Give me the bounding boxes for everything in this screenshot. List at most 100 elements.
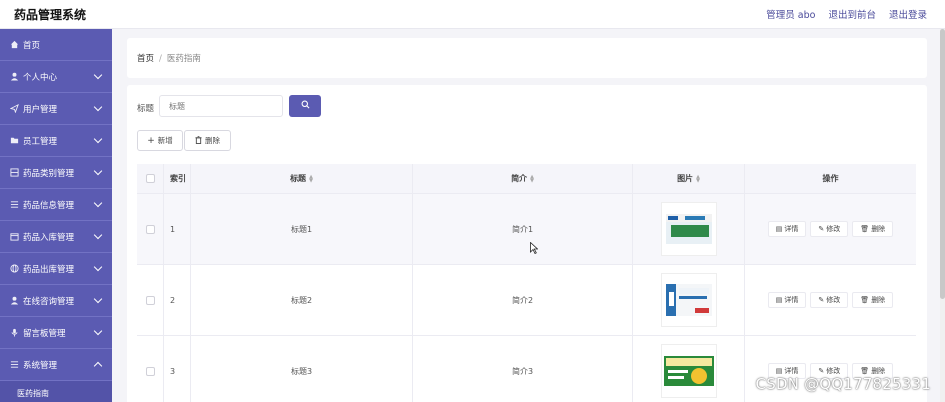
sidebar-item-profile[interactable]: 个人中心 (0, 61, 112, 93)
header-title-label: 标题 (290, 174, 307, 183)
sidebar-subitem-medical-guide[interactable]: 医药指南 (0, 381, 112, 402)
table-header: 索引 标题 ▲ ▼ 简介 ▲ ▼ 图片 ▲ ▼ 操作 (137, 164, 916, 194)
sidebar-item-drug-stock-out[interactable]: 药品出库管理 (0, 253, 112, 285)
row-intro: 简介1 (413, 194, 633, 264)
search-icon (301, 100, 310, 112)
trash-icon: 🗑 (860, 367, 870, 375)
chevron-down-icon (93, 134, 103, 144)
delete-button-label: 删除 (205, 136, 220, 145)
document-icon: ▤ (775, 367, 783, 375)
row-checkbox[interactable] (145, 295, 155, 305)
sidebar-item-label: 系统管理 (23, 360, 58, 371)
select-all-checkbox[interactable] (145, 174, 155, 183)
chevron-down-icon (93, 70, 103, 80)
sidebar-item-users[interactable]: 用户管理 (0, 93, 112, 125)
sidebar-item-label: 药品入库管理 (23, 232, 75, 243)
breadcrumb-card: 首页 / 医药指南 (127, 38, 927, 78)
sidebar-item-drug-category[interactable]: 药品类别管理 (0, 157, 112, 189)
breadcrumb-home[interactable]: 首页 (137, 54, 154, 64)
folder-icon (9, 135, 20, 146)
search-input[interactable] (159, 95, 283, 117)
row-checkbox[interactable] (145, 224, 155, 234)
header-checkbox-cell (137, 164, 164, 193)
delete-button[interactable]: 🗑 删除 (852, 292, 894, 308)
row-checkbox[interactable] (145, 366, 155, 376)
row-image-cell (633, 336, 745, 402)
menu-icon (9, 359, 20, 370)
scrollbar-thumb[interactable] (940, 29, 945, 299)
header-intro-label: 简介 (511, 174, 528, 183)
sidebar-item-label: 药品信息管理 (23, 200, 75, 211)
header-title[interactable]: 标题 ▲ ▼ (191, 164, 413, 193)
header-image-label: 图片 (677, 174, 694, 183)
table-row[interactable]: 1 标题1 简介1 ▤ 详情 ✎ 修改 🗑 删除 (137, 194, 916, 265)
row-image-cell (633, 265, 745, 335)
detail-button[interactable]: ▤ 详情 (767, 221, 807, 237)
sort-icon: ▲ ▼ (309, 173, 313, 184)
grid-icon (9, 167, 20, 178)
sidebar-item-label: 在线咨询管理 (23, 296, 75, 307)
sidebar-item-consult[interactable]: 在线咨询管理 (0, 285, 112, 317)
detail-button[interactable]: ▤ 详情 (767, 292, 807, 308)
row-operations: ▤ 详情 ✎ 修改 🗑 删除 (745, 265, 916, 335)
page-scrollbar[interactable] (940, 29, 945, 402)
add-button[interactable]: + 新增 (137, 130, 183, 151)
row-intro: 简介3 (413, 336, 633, 402)
sidebar-item-system[interactable]: 系统管理 (0, 349, 112, 381)
breadcrumb: 首页 / 医药指南 (137, 52, 201, 64)
sidebar-item-label: 首页 (23, 40, 41, 51)
search-button[interactable] (289, 95, 321, 117)
sidebar-item-drug-stock-in[interactable]: 药品入库管理 (0, 221, 112, 253)
sidebar-item-label: 员工管理 (23, 136, 58, 147)
batch-delete-button[interactable]: 删除 (184, 130, 231, 151)
row-checkbox-cell (137, 265, 164, 335)
row-image-cell (633, 194, 745, 264)
sidebar-item-label: 个人中心 (23, 72, 58, 83)
sidebar-item-home[interactable]: 首页 (0, 29, 112, 61)
drug-image[interactable] (660, 344, 717, 398)
drug-image[interactable] (660, 273, 717, 327)
chevron-down-icon (93, 198, 103, 208)
chevron-down-icon (93, 166, 103, 176)
sidebar-item-message-board[interactable]: 留言板管理 (0, 317, 112, 349)
sidebar-item-staff[interactable]: 员工管理 (0, 125, 112, 157)
sidebar-item-drug-info[interactable]: 药品信息管理 (0, 189, 112, 221)
mic-icon (9, 327, 20, 338)
trash-icon: 🗑 (860, 296, 870, 304)
add-button-label: 新增 (157, 136, 173, 145)
edit-label: 修改 (826, 296, 841, 304)
admin-user-link[interactable]: 管理员 abo (766, 7, 815, 21)
header-image[interactable]: 图片 ▲ ▼ (633, 164, 745, 193)
row-title: 标题1 (191, 194, 413, 264)
chevron-down-icon (93, 326, 103, 336)
row-index: 1 (164, 194, 191, 264)
delete-button[interactable]: 🗑 删除 (852, 221, 894, 237)
row-title: 标题3 (191, 336, 413, 402)
sidebar-item-label: 留言板管理 (23, 328, 66, 339)
user-icon (9, 295, 20, 306)
sidebar-item-label: 药品类别管理 (23, 168, 75, 179)
delete-label: 删除 (871, 225, 886, 233)
table-row[interactable]: 2 标题2 简介2 ▤ 详情 ✎ 修改 🗑 删除 (137, 265, 916, 336)
delete-label: 删除 (871, 296, 886, 304)
drug-image[interactable] (660, 202, 717, 256)
chevron-down-icon (93, 230, 103, 240)
logout-link[interactable]: 退出登录 (889, 7, 927, 21)
detail-label: 详情 (784, 225, 799, 233)
header-intro[interactable]: 简介 ▲ ▼ (413, 164, 633, 193)
edit-button[interactable]: ✎ 修改 (810, 292, 849, 308)
chevron-up-icon (93, 361, 103, 371)
home-icon (9, 39, 20, 50)
content-card: 标题 + 新增 删除 索引 标题▲▼ 简介▲▼ 图片▲▼ 操作 1 (127, 85, 927, 402)
header-operations: 操作 (822, 174, 839, 183)
trash-icon: 🗑 (860, 225, 870, 233)
globe-icon (9, 263, 20, 274)
header-index: 索引 (164, 164, 191, 193)
pencil-icon: ✎ (818, 296, 825, 304)
box-icon (9, 231, 20, 242)
pencil-icon: ✎ (818, 225, 825, 233)
user-icon (9, 71, 20, 82)
edit-button[interactable]: ✎ 修改 (810, 221, 849, 237)
exit-to-frontend-link[interactable]: 退出到前台 (828, 7, 876, 21)
sort-icon: ▲ ▼ (530, 173, 534, 184)
